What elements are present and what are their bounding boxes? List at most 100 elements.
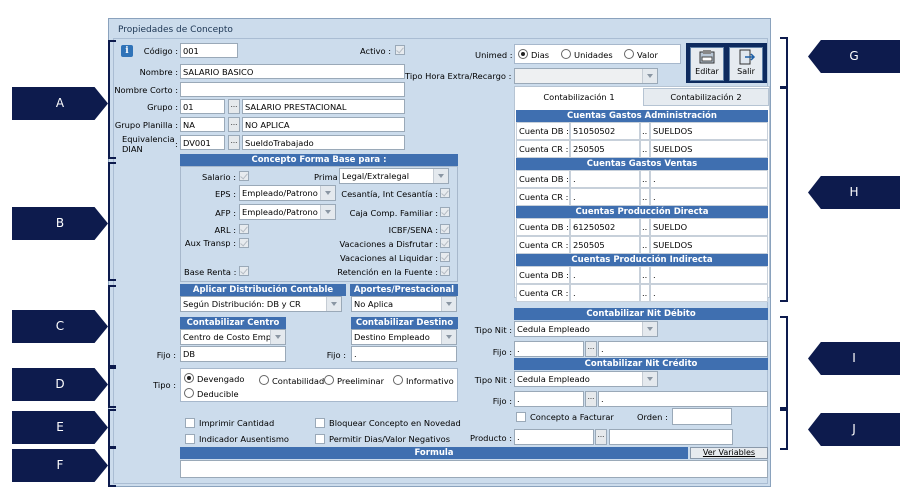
formula-field[interactable] [180,460,768,478]
nit-debito-header: Contabilizar Nit Débito [514,308,768,320]
info-icon[interactable]: i [121,45,133,57]
producto-code-field[interactable]: . [514,429,594,445]
nit-debito-lookup-button[interactable]: ... [585,341,597,357]
grupo-planilla-code-field[interactable]: NA [180,117,225,132]
nit-debito-fijo-name: . [598,341,768,357]
caja-checkbox[interactable] [440,207,450,217]
cuenta-label: Cuenta DB : [516,266,570,284]
ausentismo-checkbox[interactable] [185,434,195,444]
retencion-checkbox[interactable] [440,266,450,276]
tipo-radio-preeliminar[interactable] [324,375,334,385]
destino-fijo-label: Fijo : [326,350,346,360]
aportes-select[interactable]: No Aplica [351,296,457,312]
cuentas-section-header: Cuentas Producción Directa [516,206,768,218]
unimed-option-valor: Valor [637,50,658,60]
permitir-label: Permitir Dias/Valor Negativos [329,434,451,444]
cuenta-lookup-button[interactable]: .. [640,284,650,302]
centro-fijo-field[interactable]: DB [180,346,286,362]
tipo-label: Tipo : [153,380,176,390]
bracket-j [780,409,788,450]
unimed-radio-unidades[interactable] [561,49,571,59]
cuenta-code-field[interactable]: 250505 [570,236,640,254]
cuenta-code-field[interactable]: . [570,170,640,188]
cuenta-lookup-button[interactable]: .. [640,266,650,284]
producto-lookup-button[interactable]: ... [595,429,607,445]
cuenta-lookup-button[interactable]: .. [640,122,650,140]
afp-select[interactable]: Empleado/Patrono [239,204,336,220]
cuenta-lookup-button[interactable]: .. [640,236,650,254]
grupo-planilla-lookup-button[interactable]: ... [228,117,240,132]
arl-label: ARL : [214,225,237,235]
cuenta-code-field[interactable]: 250505 [570,140,640,158]
cuenta-lookup-button[interactable]: .. [640,188,650,206]
cuenta-code-field[interactable]: . [570,284,640,302]
imprimir-checkbox[interactable] [185,418,195,428]
tipo-radio-informativo[interactable] [393,375,403,385]
facturar-checkbox[interactable] [516,412,526,422]
cuenta-lookup-button[interactable]: .. [640,170,650,188]
bloquear-checkbox[interactable] [315,418,325,428]
nit-debito-fijo-code[interactable]: . [514,341,584,357]
cesantia-checkbox[interactable] [440,188,450,198]
nit-credito-fijo-code[interactable]: . [514,391,584,407]
grupo-lookup-button[interactable]: ... [228,99,240,114]
producto-label: Producto : [469,433,512,443]
exit-label: Salir [737,67,755,76]
cuenta-code-field[interactable]: . [570,266,640,284]
prima-select[interactable]: Legal/Extralegal [339,168,449,184]
destino-fijo-field[interactable]: . [351,346,457,362]
centro-header: Contabilizar Centro [180,317,286,329]
unimed-radio-valor[interactable] [624,49,634,59]
vac-liquidar-checkbox[interactable] [440,252,450,262]
unimed-option-dias: Dias [531,50,550,60]
bracket-f [108,447,116,487]
ver-variables-button[interactable]: Ver Variables [690,447,768,459]
codigo-field[interactable]: 001 [180,43,238,58]
permitir-checkbox[interactable] [315,434,325,444]
cuentas-section-header: Cuentas Gastos Ventas [516,158,768,170]
eps-select[interactable]: Empleado/Patrono [239,185,336,201]
cuenta-label: Cuenta CR : [516,236,570,254]
aux-transp-checkbox[interactable] [239,238,249,248]
nombre-field[interactable]: SALARIO BASICO [180,64,405,79]
retencion-label: Retención en la Fuente : [337,267,438,277]
salario-checkbox[interactable] [239,171,249,181]
unimed-radio-dias[interactable] [518,49,528,59]
base-renta-checkbox[interactable] [239,266,249,276]
cuenta-code-field[interactable]: 61250502 [570,218,640,236]
nit-credito-tipo-select[interactable]: Cedula Empleado [514,371,658,387]
vac-disfrutar-checkbox[interactable] [440,238,450,248]
tab-contabilizacion-1[interactable]: Contabilización 1 [515,87,643,107]
cuenta-lookup-button[interactable]: .. [640,140,650,158]
bracket-g [780,37,788,88]
edit-button[interactable]: Editar [690,47,724,81]
tipo-radio-contabilidad[interactable] [259,375,269,385]
cuenta-code-field[interactable]: 51050502 [570,122,640,140]
cuenta-code-field[interactable]: . [570,188,640,206]
exit-button[interactable]: Salir [729,47,763,81]
arl-checkbox[interactable] [239,224,249,234]
tipo-option-deducible: Deducible [197,389,239,399]
equivalencia-name-field: SueldoTrabajado [242,135,405,150]
tipo-radio-devengado[interactable] [184,373,194,383]
imprimir-label: Imprimir Cantidad [199,418,275,428]
destino-header: Contabilizar Destino [351,317,458,329]
destino-select[interactable]: Destino Empleado [351,329,457,345]
icbf-checkbox[interactable] [440,224,450,234]
tipo-radio-deducible[interactable] [184,388,194,398]
distribucion-select[interactable]: Según Distribución: DB y CR [180,296,342,312]
centro-select[interactable]: Centro de Costo Emple [180,329,286,345]
tipo-hora-select[interactable] [514,68,658,84]
activo-checkbox[interactable] [395,45,405,55]
cuenta-lookup-button[interactable]: .. [640,218,650,236]
equivalencia-lookup-button[interactable]: ... [228,135,240,150]
nit-credito-lookup-button[interactable]: ... [585,391,597,407]
grupo-code-field[interactable]: 01 [180,99,225,114]
tab-contabilizacion-2[interactable]: Contabilización 2 [643,88,769,106]
nit-debito-tipo-select[interactable]: Cedula Empleado [514,321,658,337]
nombre-corto-field[interactable] [180,82,405,97]
bracket-h [780,87,788,302]
equivalencia-code-field[interactable]: DV001 [180,135,225,150]
orden-field[interactable] [672,408,732,425]
cuenta-name-field: SUELDO [650,218,768,236]
